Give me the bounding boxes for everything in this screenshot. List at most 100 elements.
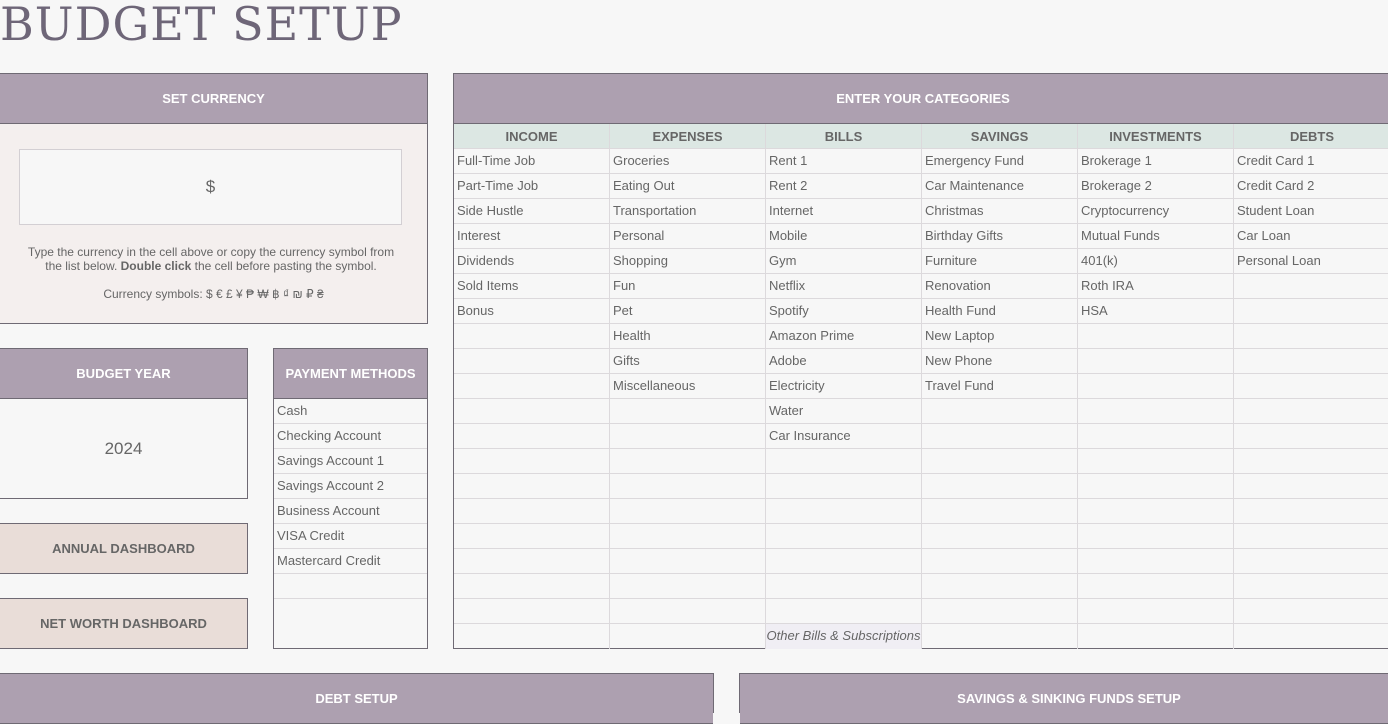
category-cell[interactable]: Furniture [922,249,1077,274]
category-cell[interactable]: Birthday Gifts [922,224,1077,249]
category-cell[interactable]: Adobe [766,349,921,374]
category-cell[interactable] [922,549,1077,574]
category-cell[interactable]: Personal [610,224,765,249]
category-cell[interactable]: New Phone [922,349,1077,374]
category-cell[interactable]: Eating Out [610,174,765,199]
category-cell[interactable] [1234,274,1388,299]
category-cell[interactable]: Car Maintenance [922,174,1077,199]
category-cell[interactable]: 401(k) [1078,249,1233,274]
annual-dashboard-button[interactable]: ANNUAL DASHBOARD [0,523,248,574]
category-cell[interactable]: Internet [766,199,921,224]
budget-year-value[interactable]: 2024 [0,399,247,498]
category-cell[interactable]: Health Fund [922,299,1077,324]
category-cell[interactable] [610,499,765,524]
category-cell[interactable] [1078,374,1233,399]
category-cell[interactable] [1078,574,1233,599]
category-cell[interactable] [454,424,609,449]
payment-method-cell[interactable] [274,574,427,599]
category-cell[interactable] [1078,474,1233,499]
category-cell[interactable] [610,424,765,449]
category-cell[interactable]: Netflix [766,274,921,299]
category-cell[interactable] [1078,599,1233,624]
category-cell[interactable] [1078,524,1233,549]
payment-method-cell[interactable]: VISA Credit [274,524,427,549]
category-cell[interactable]: Credit Card 1 [1234,149,1388,174]
category-cell[interactable] [1078,549,1233,574]
category-cell[interactable]: Renovation [922,274,1077,299]
category-cell[interactable] [1234,574,1388,599]
category-cell[interactable]: Student Loan [1234,199,1388,224]
category-cell[interactable]: Miscellaneous [610,374,765,399]
category-cell[interactable] [766,449,921,474]
category-cell[interactable] [1234,374,1388,399]
payment-method-cell[interactable]: Business Account [274,499,427,524]
category-cell[interactable] [610,524,765,549]
category-cell[interactable]: Shopping [610,249,765,274]
category-cell[interactable]: Credit Card 2 [1234,174,1388,199]
category-cell[interactable]: Brokerage 1 [1078,149,1233,174]
category-cell[interactable] [610,574,765,599]
payment-method-cell[interactable]: Savings Account 2 [274,474,427,499]
category-cell[interactable]: Rent 2 [766,174,921,199]
category-cell[interactable]: Roth IRA [1078,274,1233,299]
category-cell[interactable]: HSA [1078,299,1233,324]
category-cell[interactable]: Amazon Prime [766,324,921,349]
category-cell[interactable] [454,374,609,399]
category-cell[interactable]: Part-Time Job [454,174,609,199]
category-cell[interactable] [1078,624,1233,649]
category-cell[interactable]: Interest [454,224,609,249]
payment-method-cell[interactable]: Mastercard Credit [274,549,427,574]
category-cell[interactable] [454,349,609,374]
payment-method-cell[interactable]: Savings Account 1 [274,449,427,474]
category-cell[interactable]: Electricity [766,374,921,399]
category-cell[interactable] [1078,349,1233,374]
category-cell[interactable]: Fun [610,274,765,299]
category-cell[interactable] [454,399,609,424]
category-cell[interactable] [766,524,921,549]
category-cell[interactable]: Gifts [610,349,765,374]
category-cell[interactable] [610,399,765,424]
category-cell[interactable] [922,624,1077,649]
category-cell[interactable]: Groceries [610,149,765,174]
category-cell[interactable] [1234,399,1388,424]
category-cell[interactable]: Mobile [766,224,921,249]
category-cell[interactable] [610,449,765,474]
category-cell[interactable] [610,599,765,624]
category-cell[interactable] [454,524,609,549]
category-cell[interactable] [1234,524,1388,549]
payment-method-cell[interactable]: Cash [274,399,427,424]
category-cell[interactable]: Sold Items [454,274,609,299]
category-cell[interactable] [1234,624,1388,649]
category-cell[interactable] [766,574,921,599]
category-cell[interactable] [922,574,1077,599]
category-cell[interactable]: Emergency Fund [922,149,1077,174]
category-cell[interactable] [1078,399,1233,424]
category-cell[interactable] [1234,499,1388,524]
category-cell[interactable]: Travel Fund [922,374,1077,399]
currency-input-cell[interactable]: $ [19,149,402,225]
category-cell[interactable] [454,599,609,624]
category-cell[interactable] [922,524,1077,549]
category-cell[interactable]: Rent 1 [766,149,921,174]
category-cell[interactable] [1234,424,1388,449]
category-cell[interactable]: Car Insurance [766,424,921,449]
category-cell[interactable]: Mutual Funds [1078,224,1233,249]
category-cell[interactable]: Health [610,324,765,349]
category-cell[interactable] [454,449,609,474]
category-cell[interactable] [1234,599,1388,624]
category-cell[interactable]: Transportation [610,199,765,224]
category-cell[interactable]: Dividends [454,249,609,274]
net-worth-dashboard-button[interactable]: NET WORTH DASHBOARD [0,598,248,649]
category-cell[interactable] [610,549,765,574]
category-cell[interactable] [454,499,609,524]
category-cell[interactable] [766,474,921,499]
category-cell[interactable] [1234,474,1388,499]
category-cell[interactable] [610,474,765,499]
category-cell[interactable]: Full-Time Job [454,149,609,174]
category-cell[interactable] [1234,449,1388,474]
category-cell[interactable]: Side Hustle [454,199,609,224]
category-cell[interactable] [454,324,609,349]
category-cell[interactable]: Spotify [766,299,921,324]
category-cell[interactable] [766,499,921,524]
category-cell[interactable]: Pet [610,299,765,324]
